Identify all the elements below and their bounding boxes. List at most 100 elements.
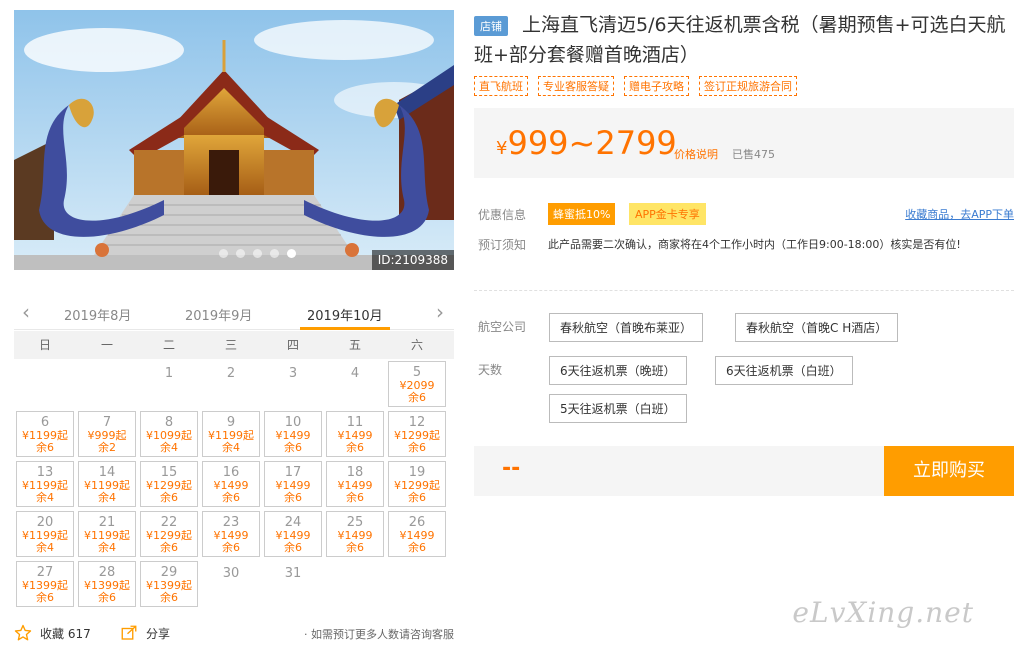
day-stock: 余4	[98, 491, 116, 504]
promo-badge-honey: 蜂蜜抵10%	[548, 203, 616, 225]
chevron-left-icon[interactable]: ‹	[22, 300, 30, 324]
day-number: 11	[346, 415, 364, 430]
day-number: 23	[222, 515, 240, 530]
weekday-label: 五	[348, 338, 361, 352]
notice-row: 预订须知 此产品需要二次确认，商家将在4个工作小时内（工作日9:00-18:00…	[474, 236, 1014, 256]
day-number: 14	[98, 465, 116, 480]
buy-now-button[interactable]: 立即购买	[884, 446, 1014, 496]
calendar-day[interactable]: 10 ¥1499 余6	[264, 411, 322, 457]
calendar-day[interactable]: 21 ¥1199起 余4	[78, 511, 136, 557]
day-number: 17	[284, 465, 302, 480]
calendar-day[interactable]: 7 ¥999起 余2	[78, 411, 136, 457]
weekday-label: 日	[38, 338, 51, 352]
calendar-day[interactable]: 24 ¥1499 余6	[264, 511, 322, 557]
carousel-dot[interactable]	[236, 249, 245, 258]
price-value: 999~2799	[507, 124, 677, 162]
calendar-day[interactable]: 19 ¥1299起 余6	[388, 461, 446, 507]
calendar-day[interactable]: 13 ¥1199起 余4	[16, 461, 74, 507]
calendar-month-tab[interactable]: 2019年9月	[185, 305, 252, 324]
carousel-dot[interactable]	[270, 249, 279, 258]
day-stock: 余6	[284, 491, 302, 504]
calendar-month-tab-active[interactable]: 2019年10月	[307, 305, 383, 324]
active-month-underline	[300, 327, 390, 330]
price-note-link[interactable]: 价格说明	[674, 146, 718, 162]
share-icon	[121, 625, 137, 640]
day-stock: 余6	[346, 541, 364, 554]
chevron-right-icon[interactable]: ›	[436, 300, 444, 324]
service-tag: 直飞航班	[474, 76, 528, 96]
calendar-day[interactable]: 15 ¥1299起 余6	[140, 461, 198, 507]
airline-option[interactable]: 春秋航空（首晚布莱亚）	[549, 313, 704, 342]
day-number: 18	[346, 465, 364, 480]
day-stock: 余6	[346, 441, 364, 454]
day-number: 29	[160, 565, 178, 580]
shop-badge[interactable]: 店铺	[474, 16, 508, 36]
calendar-day[interactable]: 11 ¥1499 余6	[326, 411, 384, 457]
carousel-dot[interactable]	[219, 249, 228, 258]
calendar-day[interactable]: 20 ¥1199起 余4	[16, 511, 74, 557]
calendar-day-grid: 1 2 3 4 5 ¥2099 余6 6 ¥1199起 余6 7 ¥999起 余2 8 ¥1099起 余4 9 ¥…	[14, 359, 454, 609]
calendar-day[interactable]: 14 ¥1199起 余4	[78, 461, 136, 507]
day-number: 3	[288, 366, 298, 381]
calendar-day[interactable]: 6 ¥1199起 余6	[16, 411, 74, 457]
day-number: 8	[164, 415, 174, 430]
calendar-day[interactable]: 26 ¥1499 余6	[388, 511, 446, 557]
weekday-label: 二	[162, 338, 175, 352]
day-stock: 余6	[284, 441, 302, 454]
days-option[interactable]: 6天往返机票（晚班）	[549, 356, 687, 385]
calendar-day[interactable]: 23 ¥1499 余6	[202, 511, 260, 557]
promo-label: 优惠信息	[478, 208, 527, 222]
calendar-day[interactable]: 5 ¥2099 余6	[388, 361, 446, 407]
calendar-day[interactable]: 29 ¥1399起 余6	[140, 561, 198, 607]
product-photo[interactable]: ID:2109388	[14, 10, 454, 270]
day-number: 16	[222, 465, 240, 480]
calendar-day[interactable]: 25 ¥1499 余6	[326, 511, 384, 557]
calendar-day[interactable]: 27 ¥1399起 余6	[16, 561, 74, 607]
calendar-day[interactable]: 12 ¥1299起 余6	[388, 411, 446, 457]
calendar-day[interactable]: 17 ¥1499 余6	[264, 461, 322, 507]
day-number: 20	[36, 515, 54, 530]
airline-option[interactable]: 春秋航空（首晚C H酒店）	[735, 313, 899, 342]
carousel-dot[interactable]	[287, 249, 296, 258]
favorite-button[interactable]: 收藏 617	[14, 624, 91, 642]
day-number: 4	[350, 366, 360, 381]
days-option[interactable]: 5天往返机票（白班）	[549, 394, 687, 423]
product-actions: 收藏 617 分享 · 如需预订更多人数请咨询客服	[14, 624, 454, 644]
divider	[474, 290, 1014, 291]
currency-symbol: ¥	[496, 138, 508, 159]
calendar-day: 31	[264, 561, 322, 607]
service-tag: 签订正规旅游合同	[699, 76, 797, 96]
photo-id-label: ID:2109388	[371, 250, 454, 270]
calendar-day: 2	[202, 361, 260, 407]
day-stock: 余6	[98, 591, 116, 604]
day-stock: 余6	[222, 541, 240, 554]
calendar-day[interactable]: 18 ¥1499 余6	[326, 461, 384, 507]
day-stock: 余4	[36, 541, 54, 554]
day-number: 2	[226, 366, 236, 381]
day-number: 19	[408, 465, 426, 480]
share-button[interactable]: 分享	[120, 624, 170, 642]
star-icon	[14, 624, 32, 641]
carousel-dot[interactable]	[253, 249, 262, 258]
day-stock: 余6	[222, 491, 240, 504]
price-range: ¥999~2799	[496, 124, 677, 162]
service-tag: 赠电子攻略	[624, 76, 689, 96]
calendar-day[interactable]: 8 ¥1099起 余4	[140, 411, 198, 457]
day-stock: 余2	[98, 441, 116, 454]
days-option[interactable]: 6天往返机票（白班）	[715, 356, 853, 385]
day-number: 5	[412, 365, 422, 380]
favorite-count: 收藏 617	[40, 626, 91, 641]
product-info: 店铺 上海直飞清迈5/6天往返机票含税（暑期预售+可选白天航班+部分套餐赠首晚酒…	[474, 10, 1014, 252]
calendar-day[interactable]: 22 ¥1299起 余6	[140, 511, 198, 557]
day-stock: 余4	[98, 541, 116, 554]
calendar-day[interactable]: 16 ¥1499 余6	[202, 461, 260, 507]
calendar-day: 30	[202, 561, 260, 607]
day-stock: 余6	[408, 491, 426, 504]
day-number: 30	[222, 566, 240, 581]
watermark-logo: eLvXing.net	[792, 596, 974, 629]
calendar-day[interactable]: 28 ¥1399起 余6	[78, 561, 136, 607]
favorite-app-link[interactable]: 收藏商品，去APP下单	[905, 206, 1014, 222]
calendar-month-tab[interactable]: 2019年8月	[64, 305, 131, 324]
weekday-label: 四	[286, 338, 299, 352]
calendar-day[interactable]: 9 ¥1199起 余4	[202, 411, 260, 457]
